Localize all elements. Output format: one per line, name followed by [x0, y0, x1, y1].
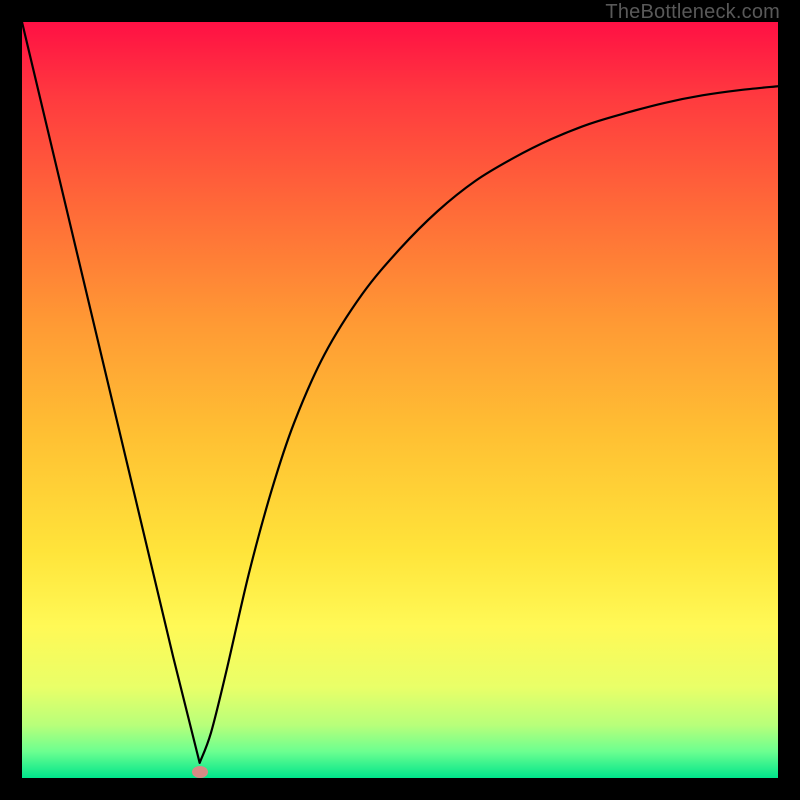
watermark-text: TheBottleneck.com [605, 1, 780, 24]
minimum-marker [192, 766, 208, 778]
chart-frame: TheBottleneck.com [0, 0, 800, 800]
bottleneck-curve [22, 22, 778, 778]
plot-area [22, 22, 778, 778]
